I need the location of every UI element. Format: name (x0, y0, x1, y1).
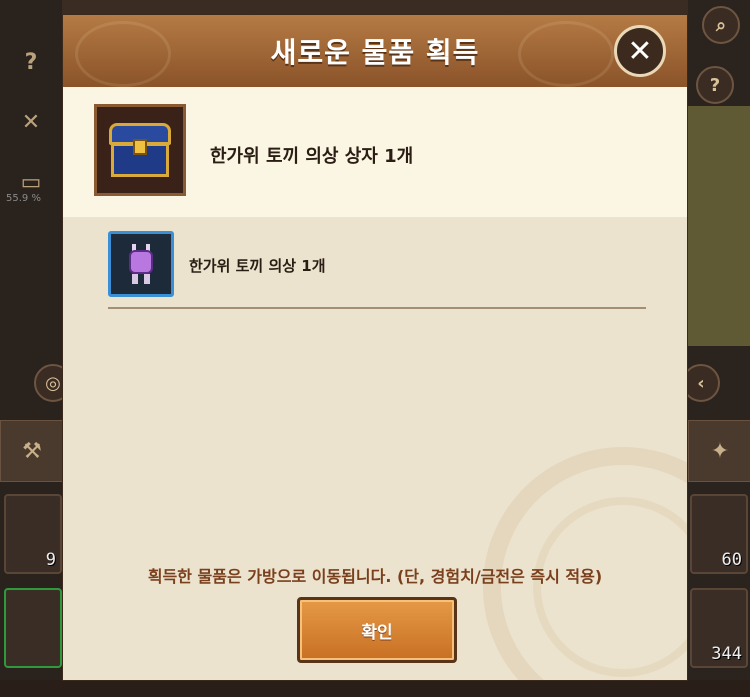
bottom-slot-row (0, 680, 750, 697)
close-button[interactable]: ✕ (614, 25, 666, 77)
slot-count: 60 (721, 550, 742, 570)
crossed-swords-icon[interactable]: ✕ (11, 102, 51, 142)
right-sidebar: ⌕ ? ‹ ✦ 60 344 (682, 0, 750, 697)
slot-count: 344 (711, 644, 742, 664)
result-item-name: 한가위 토끼 의상 1개 (189, 257, 326, 275)
close-icon: ✕ (627, 33, 653, 69)
inventory-slot[interactable]: 60 (690, 494, 748, 574)
item-acquired-modal: 새로운 물품 획득 ✕ 한가위 토끼 의상 상자 1개 한가위 토끼 의상 1개 (62, 14, 688, 681)
top-strip (62, 0, 750, 14)
confirm-button[interactable]: 확인 (297, 597, 457, 663)
field-area (688, 106, 750, 346)
inventory-slot[interactable]: 9 (4, 494, 62, 574)
treasure-chest-icon (109, 123, 171, 177)
help-icon[interactable]: ? (696, 66, 734, 104)
modal-header: 새로운 물품 획득 ✕ (63, 15, 687, 90)
reward-box-row: 한가위 토끼 의상 상자 1개 (63, 87, 687, 217)
slot-count: 9 (45, 550, 56, 570)
inventory-slot[interactable] (4, 588, 62, 668)
reward-box-slot[interactable] (94, 104, 186, 196)
result-area: 한가위 토끼 의상 1개 획득한 물품은 가방으로 이동됩니다. (단, 경험치… (63, 217, 687, 680)
progress-percent: 55.9 % (6, 193, 41, 204)
left-sidebar: ? ✕ ▭ 55.9 % ◎ ⚒ 9 (0, 0, 72, 697)
result-item-slot[interactable] (108, 231, 174, 297)
inventory-slot[interactable]: 344 (690, 588, 748, 668)
reward-box-name: 한가위 토끼 의상 상자 1개 (210, 146, 414, 167)
magic-tab[interactable]: ✦ (688, 420, 750, 482)
notice-text: 획득한 물품은 가방으로 이동됩니다. (단, 경험치/금전은 즉시 적용) (147, 567, 603, 586)
modal-title: 새로운 물품 획득 (270, 36, 480, 69)
divider (108, 307, 646, 309)
quest-scroll-icon[interactable]: ? (11, 42, 51, 82)
search-icon[interactable]: ⌕ (702, 6, 740, 44)
rabbit-costume-icon (124, 244, 158, 284)
tool-tab[interactable]: ⚒ (0, 420, 64, 482)
